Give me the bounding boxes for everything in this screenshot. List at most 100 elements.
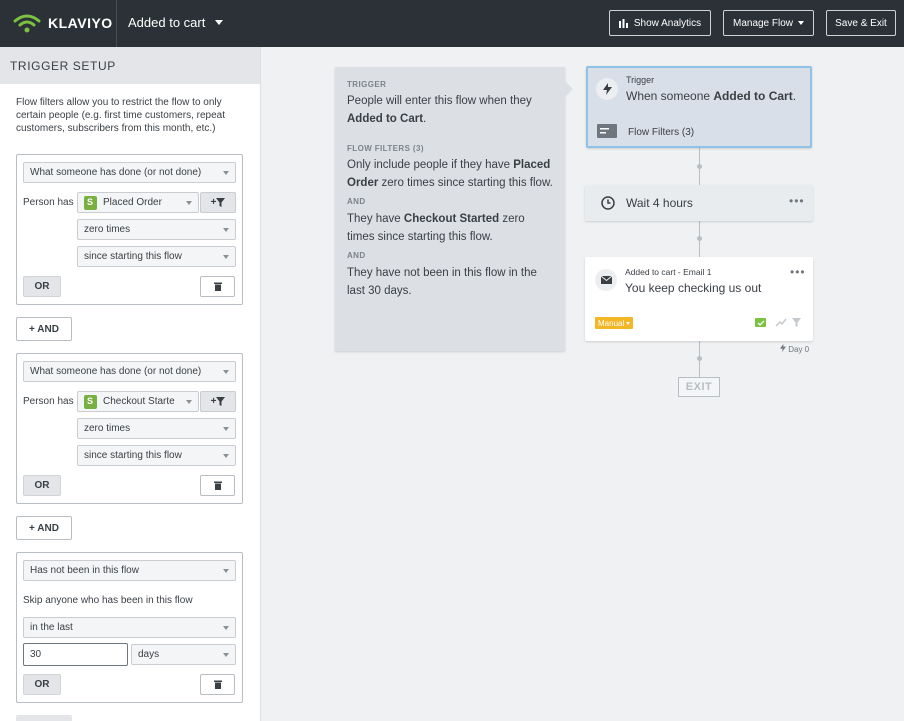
flow-filters-link[interactable]: Flow Filters (3) xyxy=(628,127,694,138)
frequency-select[interactable]: zero times xyxy=(77,418,236,439)
flow-filters-heading: FLOW FILTERS (3) xyxy=(347,144,424,153)
email-node[interactable]: Added to cart - Email 1 You keep checkin… xyxy=(585,257,813,341)
days-amount-input[interactable]: 30 xyxy=(23,643,128,666)
manual-label: Manual xyxy=(598,318,625,328)
frequency-select[interactable]: zero times xyxy=(77,219,236,240)
or-button[interactable]: OR xyxy=(23,276,61,297)
filter-type-select[interactable]: What someone has done (or not done) xyxy=(23,162,236,183)
connector-dot[interactable] xyxy=(697,236,702,241)
chevron-down-icon xyxy=(798,21,805,25)
or-button[interactable]: OR xyxy=(23,674,61,695)
trigger-summary: People will enter this flow when they Ad… xyxy=(347,92,553,128)
timeframe-value: since starting this flow xyxy=(84,450,182,461)
add-property-filter-button[interactable]: + xyxy=(200,192,236,213)
and-separator: AND xyxy=(347,197,366,206)
timeframe-select[interactable]: since starting this flow xyxy=(77,445,236,466)
days-amount-value: 30 xyxy=(30,649,42,660)
show-analytics-button[interactable]: Show Analytics xyxy=(609,10,711,36)
chevron-down-icon xyxy=(223,454,229,458)
text-bold: Checkout Started xyxy=(403,213,500,225)
add-and-button[interactable]: + AND xyxy=(16,317,72,341)
chevron-down-icon xyxy=(223,171,229,175)
text: They have xyxy=(347,213,404,225)
brand-name: KLAVIYO xyxy=(48,15,113,31)
more-options-icon[interactable]: ••• xyxy=(789,194,805,208)
top-bar: KLAVIYO Added to cart Show Analytics Man… xyxy=(0,0,904,47)
manual-status-badge[interactable]: Manual xyxy=(595,317,634,329)
lightning-icon xyxy=(602,83,612,95)
and-separator: AND xyxy=(347,251,366,260)
email-label: Added to cart - Email 1 xyxy=(625,267,712,277)
delete-filter-button[interactable] xyxy=(200,475,235,496)
flow-title: Added to cart xyxy=(128,15,206,30)
filter-type-value: What someone has done (or not done) xyxy=(30,167,202,178)
trigger-setup-panel: TRIGGER SETUP Flow filters allow you to … xyxy=(0,47,261,721)
filter-type-select[interactable]: What someone has done (or not done) xyxy=(23,361,236,382)
trigger-heading: TRIGGER xyxy=(347,80,387,89)
text: zero times since starting this flow. xyxy=(378,177,553,189)
top-divider xyxy=(116,0,117,47)
funnel-icon xyxy=(216,198,226,207)
panel-description: Flow filters allow you to restrict the f… xyxy=(16,97,225,134)
show-analytics-label: Show Analytics xyxy=(633,17,702,29)
add-and-button-partial[interactable] xyxy=(16,715,72,721)
connector-dot[interactable] xyxy=(697,356,702,361)
smart-sending-icon[interactable] xyxy=(775,318,787,328)
text: Only include people if they have xyxy=(347,159,514,171)
exit-node: EXIT xyxy=(678,377,720,397)
trigger-node[interactable]: Trigger When someone Added to Cart. Flow… xyxy=(586,66,812,148)
flow-title-dropdown[interactable]: Added to cart xyxy=(128,15,224,30)
chevron-down-icon xyxy=(186,400,192,404)
filter-type-value: What someone has done (or not done) xyxy=(30,366,202,377)
frequency-value: zero times xyxy=(84,224,131,235)
trash-icon xyxy=(213,680,222,689)
add-and-button[interactable]: + AND xyxy=(16,516,72,540)
envelope-icon-wrap xyxy=(595,269,617,291)
filter-block-1: What someone has done (or not done) Pers… xyxy=(16,154,243,305)
filter-block-3: Has not been in this flow Skip anyone wh… xyxy=(16,552,243,703)
text: . xyxy=(423,113,427,125)
funnel-icon xyxy=(216,397,226,406)
chevron-down-icon xyxy=(215,20,224,25)
wait-node[interactable]: Wait 4 hours ••• xyxy=(585,185,813,221)
text: People will enter this flow when they xyxy=(347,95,532,107)
metric-select[interactable]: Placed Order xyxy=(77,192,199,213)
frequency-value: zero times xyxy=(84,423,131,434)
timeframe-select[interactable]: since starting this flow xyxy=(77,246,236,267)
save-exit-button[interactable]: Save & Exit xyxy=(826,10,896,36)
clock-icon xyxy=(601,196,615,210)
save-exit-label: Save & Exit xyxy=(835,17,887,29)
range-value: in the last xyxy=(30,622,73,633)
chevron-down-icon xyxy=(626,321,631,325)
wifi-logo-icon xyxy=(13,14,41,33)
chevron-down-icon xyxy=(223,653,229,657)
panel-title: TRIGGER SETUP xyxy=(0,47,260,84)
delete-filter-button[interactable] xyxy=(200,276,235,297)
filter-list-icon xyxy=(597,124,617,138)
timeframe-value: since starting this flow xyxy=(84,251,182,262)
funnel-icon[interactable] xyxy=(792,318,801,327)
range-select[interactable]: in the last xyxy=(23,617,236,638)
day-label: Day 0 xyxy=(780,344,809,354)
unit-select[interactable]: days xyxy=(131,644,236,665)
email-subject: You keep checking us out xyxy=(625,281,762,295)
skip-label: Skip anyone who has been in this flow xyxy=(23,595,193,606)
text: When someone xyxy=(626,89,714,103)
filter-type-select[interactable]: Has not been in this flow xyxy=(23,560,236,581)
envelope-check-icon[interactable] xyxy=(755,318,767,328)
chevron-down-icon xyxy=(223,370,229,374)
add-property-filter-button[interactable]: + xyxy=(200,391,236,412)
metric-value: Placed Order xyxy=(103,197,162,208)
shopify-icon xyxy=(84,394,97,409)
metric-select[interactable]: Checkout Starte xyxy=(77,391,199,412)
filter-summary-3: They have not been in this flow in the l… xyxy=(347,267,537,297)
or-button[interactable]: OR xyxy=(23,475,61,496)
more-options-icon[interactable]: ••• xyxy=(790,265,806,279)
klaviyo-logo[interactable]: KLAVIYO xyxy=(12,12,113,34)
chevron-down-icon xyxy=(186,201,192,205)
manage-flow-button[interactable]: Manage Flow xyxy=(723,10,814,36)
delete-filter-button[interactable] xyxy=(200,674,235,695)
person-has-label: Person has xyxy=(23,396,74,407)
day-value: Day 0 xyxy=(788,345,810,354)
connector-dot[interactable] xyxy=(697,164,702,169)
